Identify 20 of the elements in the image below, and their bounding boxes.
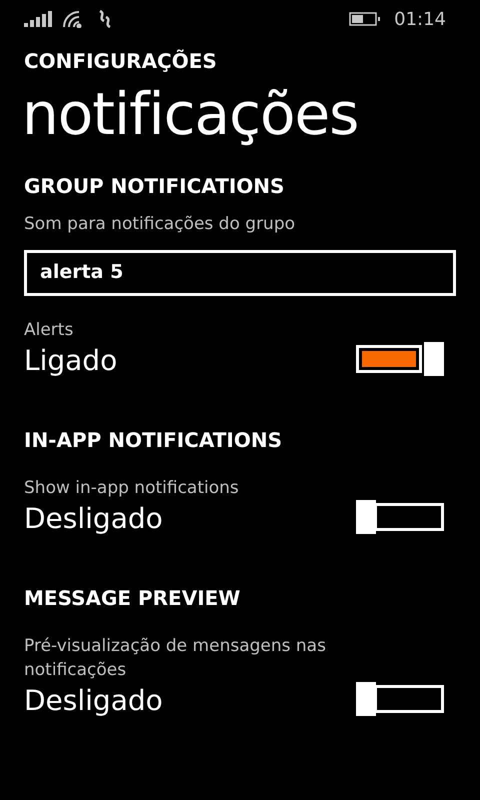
toggle-switch[interactable]	[356, 682, 444, 716]
section-heading: GROUP NOTIFICATIONS	[24, 173, 286, 200]
toggle-switch[interactable]	[356, 500, 444, 534]
wifi-icon	[62, 10, 84, 28]
status-time: 01:14	[394, 8, 446, 32]
toggle-label: Show in-app notifications	[24, 476, 240, 500]
toggle-state-text: Ligado	[24, 342, 118, 378]
toggle-state-text: Desligado	[24, 500, 164, 536]
toggle-switch[interactable]	[356, 342, 444, 376]
page-title: notificações	[22, 79, 360, 150]
battery-icon	[349, 12, 382, 26]
toggle-label: Alerts	[24, 318, 74, 342]
section-heading: IN-APP NOTIFICATIONS	[24, 426, 283, 454]
sound-select-field[interactable]: alerta 5	[24, 250, 456, 296]
toggle-label: Pré-visualização de mensagens nas notificações	[24, 634, 327, 682]
field-label: Som para notificações do grupo	[24, 213, 296, 236]
section-heading: MESSAGE PREVIEW	[24, 584, 242, 612]
app-header: CONFIGURAÇÕES	[24, 48, 218, 74]
toggle-state-text: Desligado	[24, 682, 164, 718]
signal-icon	[24, 11, 54, 27]
